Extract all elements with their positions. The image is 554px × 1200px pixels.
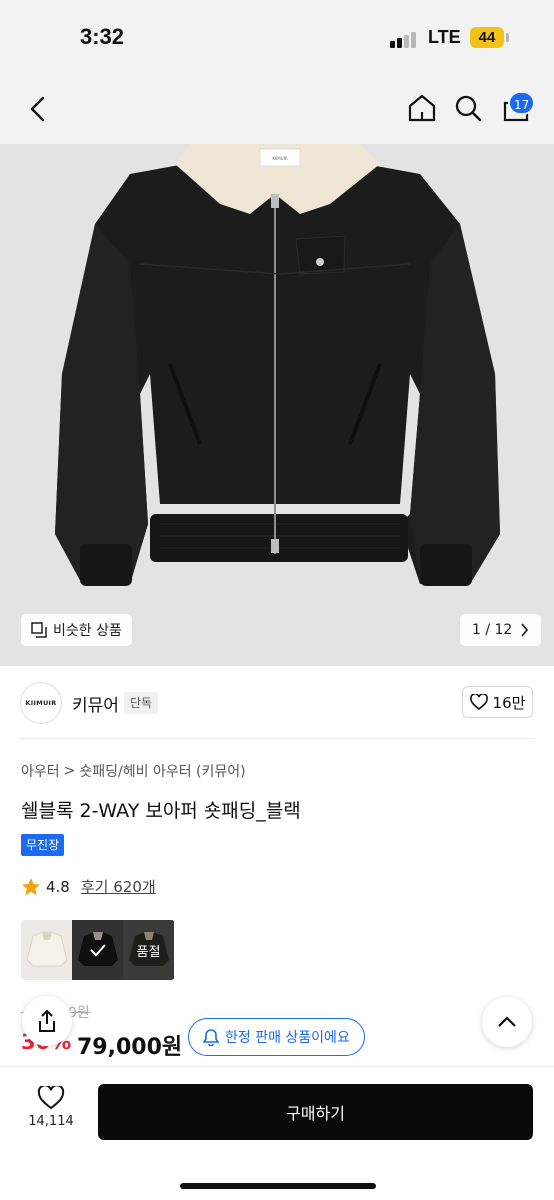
brand-exclusive-tag: 단독 bbox=[124, 692, 159, 714]
home-icon[interactable] bbox=[404, 90, 440, 126]
network-type: LTE bbox=[428, 27, 461, 47]
ivory-jacket-thumbnail bbox=[25, 931, 68, 967]
product-title: 쉘블록 2-WAY 보아퍼 숏패딩_블랙 bbox=[21, 800, 301, 822]
promo-badge: 무진장 bbox=[21, 834, 65, 856]
limited-sale-notice[interactable]: 한정 판매 상품이에요 bbox=[188, 1018, 365, 1056]
search-icon[interactable] bbox=[450, 90, 486, 126]
brand-logo[interactable]: KIIMUIR bbox=[20, 682, 62, 724]
home-indicator bbox=[180, 1183, 376, 1189]
brand-like-count: 16만 bbox=[492, 693, 526, 712]
review-count-link[interactable]: 후기 620개 bbox=[81, 876, 156, 897]
brand-name[interactable]: 키뮤어 bbox=[72, 691, 119, 716]
signal-strength-icon bbox=[390, 30, 420, 48]
wishlist-count: 14,114 bbox=[28, 1114, 74, 1129]
breadcrumb-item[interactable]: 숏패딩/헤비 아우터 (키뮤어) bbox=[79, 761, 245, 781]
brand-like-button[interactable]: 16만 bbox=[462, 686, 533, 718]
brand-logo-text: KIIMUIR bbox=[25, 699, 57, 707]
share-icon bbox=[39, 1009, 55, 1032]
chevron-up-icon bbox=[498, 1016, 516, 1027]
image-page-indicator[interactable]: 1 / 12 bbox=[460, 614, 542, 646]
sale-price: 79,000원 bbox=[77, 1035, 183, 1060]
heart-icon bbox=[37, 1086, 65, 1110]
chevron-right-icon bbox=[521, 623, 529, 637]
buy-button[interactable]: 구매하기 bbox=[98, 1084, 533, 1140]
cart-count-badge: 17 bbox=[508, 91, 536, 115]
page-indicator-text: 1 / 12 bbox=[472, 622, 513, 638]
breadcrumb-separator: > bbox=[63, 763, 76, 779]
rating-row[interactable]: 4.8 후기 620개 bbox=[21, 876, 156, 897]
scroll-to-top-button[interactable] bbox=[482, 997, 532, 1047]
color-option-ivory[interactable] bbox=[21, 920, 72, 980]
jacket-label-text: KIIMUIR bbox=[272, 156, 288, 161]
top-nav bbox=[0, 74, 554, 144]
status-time: 3:32 bbox=[80, 24, 125, 49]
similar-products-label: 비슷한 상품 bbox=[53, 623, 122, 639]
product-image[interactable]: KIIMUIR bbox=[0, 144, 554, 666]
heart-icon bbox=[469, 694, 488, 710]
bell-icon bbox=[203, 1029, 219, 1046]
limited-sale-label: 한정 판매 상품이에요 bbox=[225, 1030, 350, 1046]
battery-tip bbox=[506, 33, 509, 42]
chevron-left-icon[interactable] bbox=[22, 92, 54, 126]
similar-icon bbox=[31, 622, 47, 638]
similar-products-button[interactable]: 비슷한 상품 bbox=[21, 614, 132, 646]
color-option-khaki-soldout[interactable]: 품절 bbox=[123, 920, 174, 980]
breadcrumb-item[interactable]: 아우터 bbox=[21, 761, 60, 781]
color-option-black-selected[interactable] bbox=[72, 920, 123, 980]
battery-level: 44 bbox=[470, 27, 504, 48]
divider bbox=[20, 738, 534, 739]
selected-check-icon bbox=[72, 920, 123, 980]
jacket-illustration: KIIMUIR bbox=[0, 144, 554, 666]
breadcrumb: 아우터 > 숏패딩/헤비 아우터 (키뮤어) bbox=[21, 761, 246, 781]
rating-value: 4.8 bbox=[46, 877, 70, 896]
wishlist-button[interactable]: 14,114 bbox=[22, 1086, 80, 1129]
share-button[interactable] bbox=[22, 996, 72, 1046]
color-options: 품절 bbox=[21, 920, 175, 980]
star-icon bbox=[22, 877, 40, 895]
status-bar: 3:32 LTE 44 bbox=[0, 0, 554, 74]
sold-out-label: 품절 bbox=[123, 920, 174, 980]
